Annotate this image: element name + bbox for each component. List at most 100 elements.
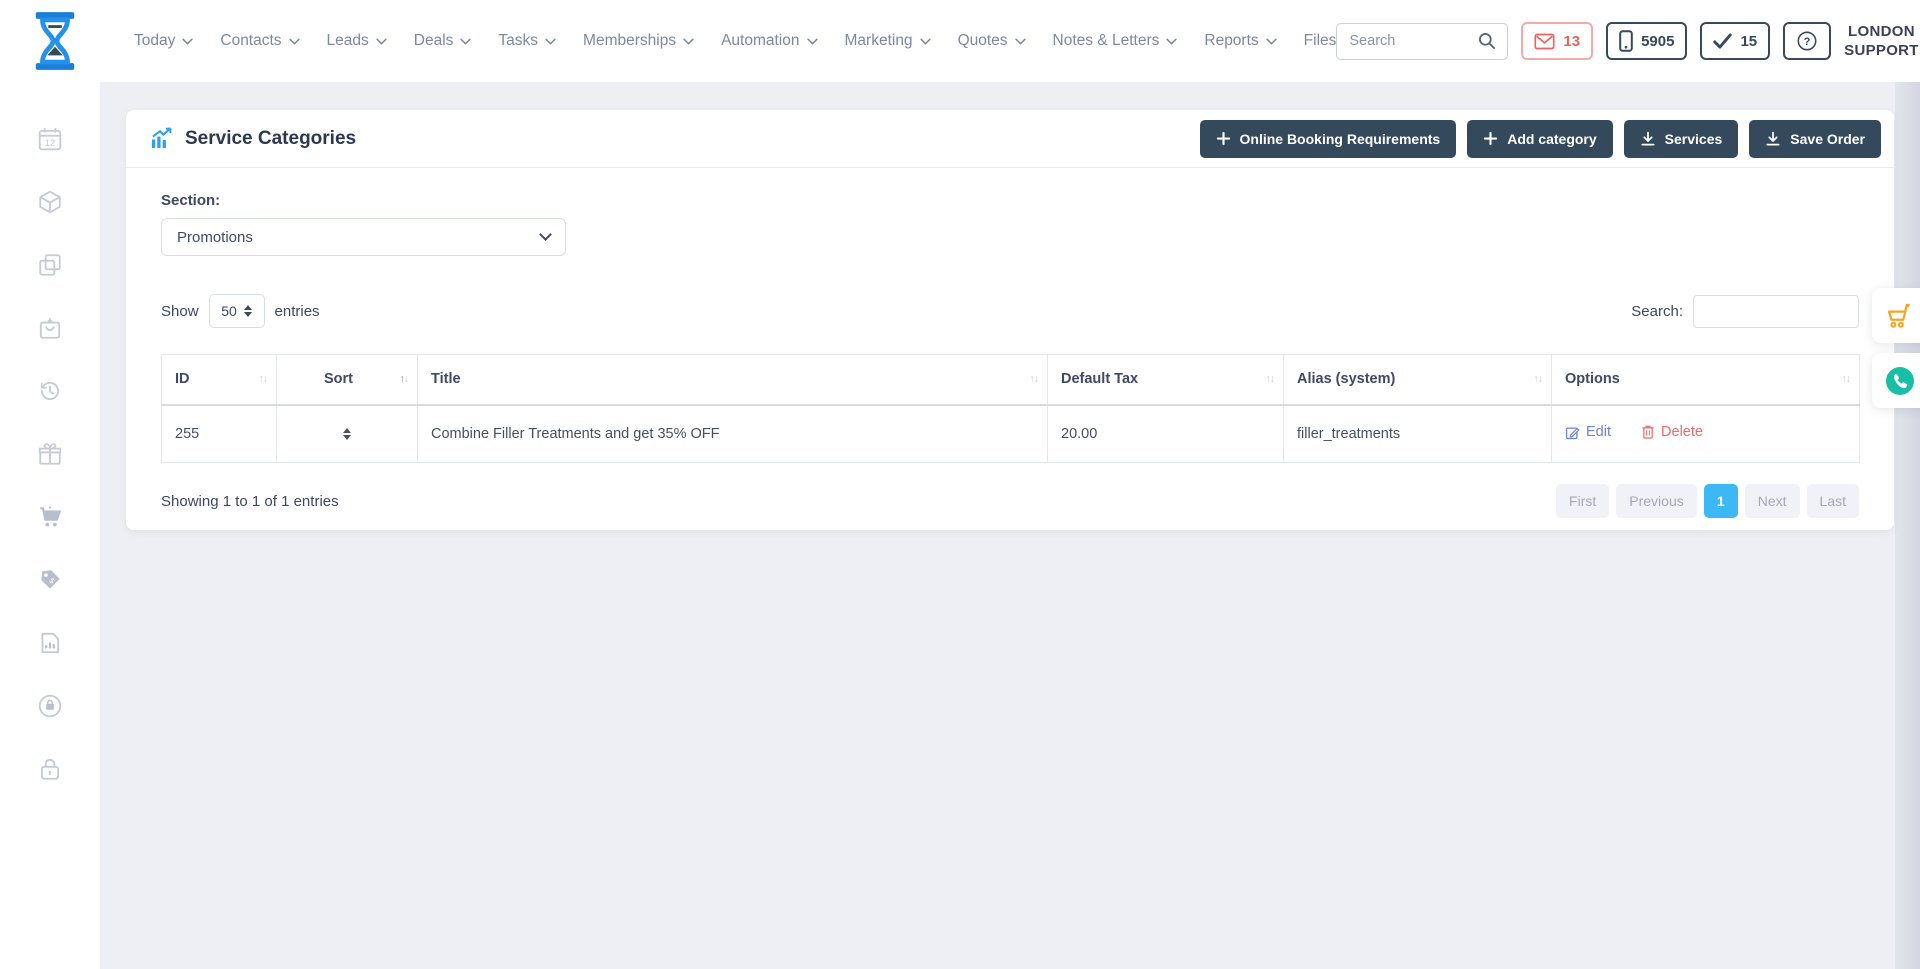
cart-icon[interactable] — [37, 504, 63, 530]
lock-icon[interactable] — [37, 756, 63, 782]
app-logo[interactable] — [30, 12, 80, 70]
help-badge[interactable]: ? — [1783, 22, 1831, 60]
edit-link[interactable]: Edit — [1565, 424, 1611, 440]
scrollbar-track[interactable] — [1895, 82, 1920, 969]
copy-icon[interactable] — [37, 252, 63, 278]
phone-badge[interactable]: 5905 — [1606, 22, 1687, 60]
column-header-sort[interactable]: Sort ↑↓ — [277, 355, 418, 405]
mail-badge[interactable]: 13 — [1521, 22, 1593, 60]
nav-label: Reports — [1204, 32, 1258, 50]
column-label: Options — [1565, 371, 1620, 387]
column-sort-icon: ↑↓ — [1266, 373, 1275, 385]
nav-leads[interactable]: Leads — [327, 32, 387, 50]
entries-label: entries — [275, 303, 320, 320]
drag-handle-icon[interactable] — [343, 428, 351, 440]
button-label: Services — [1665, 131, 1723, 147]
column-header-id[interactable]: ID↑↓ — [162, 355, 277, 405]
history-icon[interactable] — [37, 378, 63, 404]
page-length-value: 50 — [221, 303, 237, 319]
cart-button[interactable] — [1872, 288, 1920, 343]
calendar-icon[interactable]: 12 — [37, 126, 63, 152]
column-sort-asc-icon: ↑↓ — [400, 373, 409, 385]
table-search-label: Search: — [1631, 303, 1683, 320]
nav-files[interactable]: Files — [1304, 32, 1337, 50]
left-sidebar: 12 $ — [0, 82, 100, 969]
plus-icon — [1483, 131, 1498, 146]
chevron-down-icon — [1015, 38, 1026, 45]
chevron-down-icon — [1166, 38, 1177, 45]
edit-label: Edit — [1586, 424, 1611, 440]
plus-icon — [1216, 131, 1231, 146]
check-icon — [1713, 33, 1732, 49]
nav-quotes[interactable]: Quotes — [958, 32, 1026, 50]
online-booking-requirements-button[interactable]: Online Booking Requirements — [1200, 120, 1457, 158]
page-length-select[interactable]: 50 — [209, 294, 265, 328]
nav-today[interactable]: Today — [134, 32, 193, 50]
nav-notes-letters[interactable]: Notes & Letters — [1053, 32, 1178, 50]
show-label: Show — [161, 303, 199, 320]
table-row: 255 Combine Filler Treatments and get 35… — [162, 405, 1860, 463]
column-header-alias[interactable]: Alias (system)↑↓ — [1284, 355, 1552, 405]
mobile-phone-icon — [1619, 30, 1633, 52]
cell-sort — [277, 405, 418, 463]
services-button[interactable]: Services — [1624, 120, 1739, 158]
nav-reports[interactable]: Reports — [1204, 32, 1276, 50]
nav-deals[interactable]: Deals — [414, 32, 472, 50]
price-tag-icon[interactable]: $ — [37, 567, 63, 593]
delete-link[interactable]: Delete — [1641, 424, 1703, 440]
column-sort-icon: ↑↓ — [1842, 373, 1851, 385]
content-area: Service Categories Online Booking Requir… — [100, 82, 1920, 969]
add-category-button[interactable]: Add category — [1467, 120, 1612, 158]
global-search-input[interactable] — [1347, 32, 1477, 50]
pagination-next[interactable]: Next — [1745, 484, 1800, 518]
nav-automation[interactable]: Automation — [721, 32, 817, 50]
nav-marketing[interactable]: Marketing — [845, 32, 931, 50]
page-title: Service Categories — [150, 127, 356, 150]
panel-actions: Online Booking Requirements Add category… — [1200, 120, 1882, 158]
nav-label: Leads — [327, 32, 369, 50]
column-sort-icon: ↑↓ — [1030, 373, 1039, 385]
svg-text:?: ? — [1804, 36, 1811, 48]
table-search-input[interactable] — [1693, 295, 1859, 328]
user-badge-icon[interactable] — [37, 693, 63, 719]
top-bar: Today Contacts Leads Deals Tasks Members… — [0, 0, 1920, 82]
chart-icon — [150, 127, 173, 150]
shopping-bag-icon[interactable] — [37, 315, 63, 341]
phone-teal-icon — [1884, 365, 1916, 397]
pagination-page-1[interactable]: 1 — [1704, 484, 1738, 518]
search-icon[interactable] — [1477, 31, 1497, 51]
pagination-first[interactable]: First — [1556, 484, 1609, 518]
cell-title: Combine Filler Treatments and get 35% OF… — [418, 405, 1048, 463]
tasks-badge[interactable]: 15 — [1700, 22, 1770, 60]
report-icon[interactable] — [37, 630, 63, 656]
chevron-down-icon — [920, 38, 931, 45]
button-label: Add category — [1507, 131, 1596, 147]
column-label: Sort — [324, 371, 353, 387]
column-header-default-tax[interactable]: Default Tax↑↓ — [1048, 355, 1284, 405]
section-select[interactable]: Promotions — [161, 218, 566, 256]
column-header-title[interactable]: Title↑↓ — [418, 355, 1048, 405]
service-categories-panel: Service Categories Online Booking Requir… — [126, 110, 1894, 530]
whatsapp-button[interactable] — [1872, 353, 1920, 408]
nav-memberships[interactable]: Memberships — [583, 32, 694, 50]
panel-header: Service Categories Online Booking Requir… — [126, 110, 1894, 168]
pagination: First Previous 1 Next Last — [1556, 484, 1859, 518]
column-sort-icon: ↑↓ — [259, 373, 268, 385]
cell-options: Edit Delete — [1552, 405, 1860, 463]
gift-icon[interactable] — [37, 441, 63, 467]
download-icon — [1640, 131, 1656, 147]
package-icon[interactable] — [37, 189, 63, 215]
pagination-previous[interactable]: Previous — [1616, 484, 1696, 518]
nav-label: Automation — [721, 32, 799, 50]
table-controls: Show 50 entries Search: — [161, 294, 1859, 328]
table-footer: Showing 1 to 1 of 1 entries First Previo… — [161, 484, 1859, 518]
section-label: Section: — [161, 192, 1859, 209]
pagination-last[interactable]: Last — [1807, 484, 1859, 518]
column-header-options[interactable]: Options ↑↓ — [1552, 355, 1860, 405]
save-order-button[interactable]: Save Order — [1749, 120, 1881, 158]
user-name[interactable]: LONDON SUPPORT — [1844, 22, 1919, 61]
nav-tasks[interactable]: Tasks — [498, 32, 556, 50]
spinner-icon — [244, 305, 252, 317]
chevron-down-icon — [683, 38, 694, 45]
nav-contacts[interactable]: Contacts — [220, 32, 299, 50]
